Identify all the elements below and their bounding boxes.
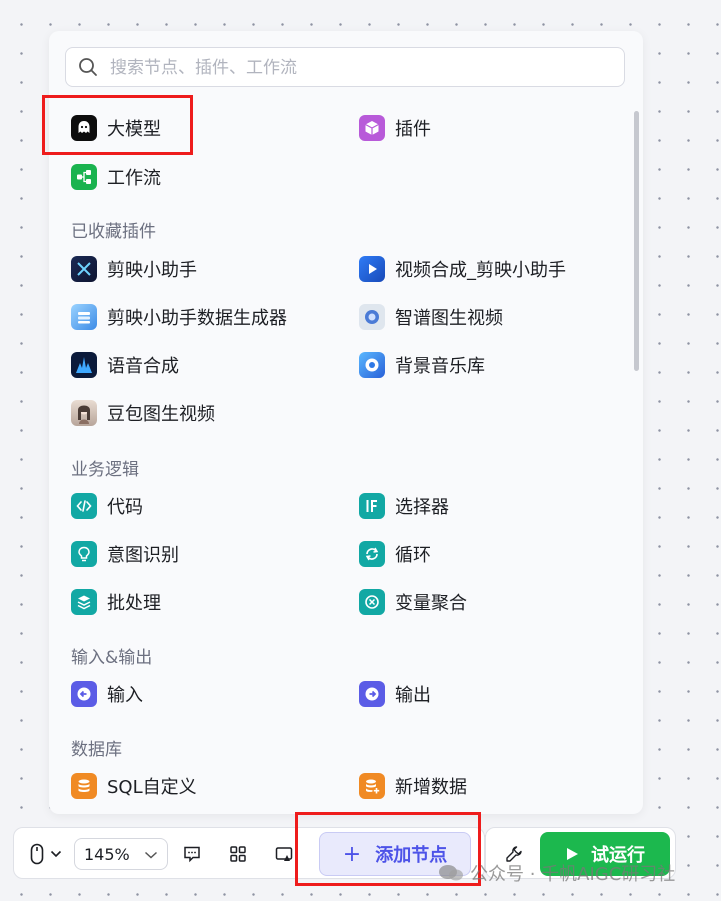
minimap-button[interactable] (270, 840, 298, 868)
node-batch[interactable]: 批处理 (71, 586, 161, 618)
zoom-value: 145% (84, 844, 130, 864)
code-icon (71, 493, 97, 519)
node-plugin[interactable]: 插件 (359, 112, 431, 144)
plugin-zhipu[interactable]: 智谱图生视频 (359, 301, 503, 333)
node-input[interactable]: 输入 (71, 678, 143, 710)
plugin-cube-icon (359, 115, 385, 141)
node-intent[interactable]: 意图识别 (71, 538, 179, 570)
plugin-speech-synthesis[interactable]: 语音合成 (71, 349, 179, 381)
watermark-text: 公众号 · 千帆AIGC研习社 (470, 864, 676, 885)
search-icon (79, 58, 97, 76)
node-label: 输入 (107, 685, 143, 706)
search-box[interactable] (65, 47, 625, 87)
node-add-data[interactable]: 新增数据 (359, 770, 467, 802)
add-data-icon (359, 773, 385, 799)
node-label: 循环 (395, 545, 431, 566)
section-title-favorites: 已收藏插件 (71, 222, 156, 242)
highlight-box-llm (42, 95, 193, 155)
node-output[interactable]: 输出 (359, 678, 431, 710)
watermark: 公众号 · 千帆AIGC研习社 (438, 860, 675, 886)
music-library-icon (359, 352, 385, 378)
node-label: 选择器 (395, 497, 449, 518)
plugin-data-generator[interactable]: 剪映小助手数据生成器 (71, 301, 287, 333)
plugin-video-compose[interactable]: 视频合成_剪映小助手 (359, 253, 566, 285)
comment-button[interactable] (178, 840, 206, 868)
node-workflow[interactable]: 工作流 (71, 161, 161, 193)
node-label: 新增数据 (395, 777, 467, 798)
plugin-label: 背景音乐库 (395, 356, 485, 377)
speech-synthesis-icon (71, 352, 97, 378)
plugin-jianying[interactable]: 剪映小助手 (71, 253, 197, 285)
chevron-down-icon (50, 850, 62, 858)
node-label: SQL自定义 (107, 777, 197, 798)
grid-layout-icon (230, 846, 246, 862)
section-title-logic: 业务逻辑 (71, 460, 139, 480)
plugin-label: 豆包图生视频 (107, 404, 215, 425)
video-compose-icon (359, 256, 385, 282)
variable-merge-icon (359, 589, 385, 615)
panel-scrollbar[interactable] (634, 111, 639, 371)
output-icon (359, 681, 385, 707)
node-label: 代码 (107, 497, 143, 518)
if-selector-icon (359, 493, 385, 519)
intent-bulb-icon (71, 541, 97, 567)
comment-icon (184, 846, 200, 863)
node-label: 插件 (395, 119, 431, 140)
chevron-down-icon (144, 851, 158, 859)
plugin-music-library[interactable]: 背景音乐库 (359, 349, 485, 381)
section-title-database: 数据库 (71, 740, 122, 760)
minimap-icon (275, 847, 293, 861)
interaction-mode-button[interactable] (24, 840, 68, 868)
layout-button[interactable] (224, 840, 252, 868)
node-sql[interactable]: SQL自定义 (71, 770, 197, 802)
plugin-label: 剪映小助手 (107, 260, 197, 281)
workflow-icon (71, 164, 97, 190)
zoom-select[interactable]: 145% (74, 838, 168, 870)
node-label: 批处理 (107, 593, 161, 614)
wechat-icon (439, 865, 463, 881)
input-icon (71, 681, 97, 707)
node-label: 变量聚合 (395, 593, 467, 614)
batch-layers-icon (71, 589, 97, 615)
sql-database-icon (71, 773, 97, 799)
node-label: 工作流 (107, 168, 161, 189)
node-code[interactable]: 代码 (71, 490, 143, 522)
section-title-io: 输入&输出 (71, 648, 153, 668)
node-selector[interactable]: 选择器 (359, 490, 449, 522)
loop-icon (359, 541, 385, 567)
node-variable-merge[interactable]: 变量聚合 (359, 586, 467, 618)
plugin-label: 剪映小助手数据生成器 (107, 308, 287, 329)
jianying-icon (71, 256, 97, 282)
data-generator-icon (71, 304, 97, 330)
plugin-doubao-video[interactable]: 豆包图生视频 (71, 397, 215, 429)
zhipu-icon (359, 304, 385, 330)
node-label: 意图识别 (107, 545, 179, 566)
search-input[interactable] (108, 54, 612, 82)
node-label: 输出 (395, 685, 431, 706)
doubao-avatar-icon (71, 400, 97, 426)
mouse-icon (30, 843, 44, 865)
plugin-label: 视频合成_剪映小助手 (395, 260, 566, 281)
plugin-label: 智谱图生视频 (395, 308, 503, 329)
play-icon (567, 848, 578, 860)
plugin-label: 语音合成 (107, 356, 179, 377)
node-loop[interactable]: 循环 (359, 538, 431, 570)
